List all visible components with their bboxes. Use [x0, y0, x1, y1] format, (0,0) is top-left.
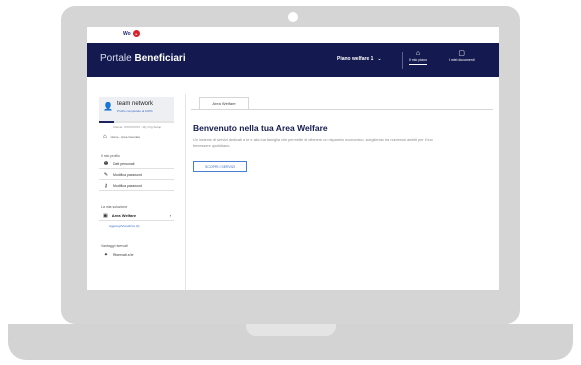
wallet-section-title: La mia soluzione	[101, 205, 128, 209]
extras-section-title: Vantaggi riservati	[101, 244, 128, 248]
profile-completion-text: Profilo completato al 100%	[117, 109, 153, 113]
sidebar-item-area-welfare[interactable]: ▣ Area Welfare ›	[99, 211, 174, 221]
profile-card[interactable]: 👤 team network Profilo completato al 100…	[99, 97, 174, 121]
client-meta: Cliente: XXXXXXXX - My Org Setup	[113, 125, 162, 129]
wallet-icon: ▣	[103, 212, 108, 219]
nav-item-my-plan[interactable]: ⌂ Il mio piano	[409, 49, 427, 65]
sidebar-item-personal-data[interactable]: ❶ Dati personali	[99, 160, 174, 169]
logo-mark: a	[132, 30, 140, 37]
info-icon: ❶	[103, 161, 109, 167]
sidebar-divider	[185, 94, 186, 290]
key-icon: ⚷	[104, 183, 108, 189]
laptop-notch	[246, 324, 336, 336]
sidebar-item-label: Modifica password	[113, 173, 142, 177]
laptop-screen: Wo a Portale Beneficiari Piano welfare 1…	[87, 27, 499, 290]
nav-item-documents[interactable]: ▢ I miei documenti	[449, 49, 474, 62]
page-description: Un insieme di servizi dedicati a te e al…	[193, 138, 433, 148]
page-title: Benvenuto nella tua Area Welfare	[193, 123, 328, 133]
sidebar: 👤 team network Profilo completato al 100…	[99, 97, 174, 287]
chevron-right-icon: ›	[169, 213, 171, 218]
nav-divider	[402, 52, 403, 69]
discover-services-button[interactable]: SCOPRI I SERVIZI	[193, 161, 247, 172]
company-logo[interactable]: Wo a	[123, 30, 140, 37]
home-link[interactable]: ⌂ Home - Area riservata	[103, 134, 174, 140]
home-icon: ⌂	[415, 50, 421, 57]
brand-bar: Wo a	[87, 27, 499, 43]
sidebar-item-reserved[interactable]: ✦ Riservati a te	[99, 250, 174, 259]
sidebar-item-label: Modifica password	[113, 184, 142, 188]
tab-baseline	[191, 109, 493, 110]
sidebar-item-label: Riservati a te	[113, 252, 134, 257]
profile-section-title: Il mio profilo	[101, 154, 120, 158]
logo-text: Wo	[123, 30, 131, 37]
wallet-add-link[interactable]: Aggiungi/Visualizza (0)	[109, 224, 174, 228]
sidebar-item-edit-password[interactable]: ✎ Modifica password	[99, 171, 174, 180]
sidebar-item-edit-key[interactable]: ⚷ Modifica password	[99, 182, 174, 191]
sidebar-item-label: Area Welfare	[111, 213, 137, 218]
portal-title-light: Portale	[100, 53, 132, 64]
home-link-label: Home - Area riservata	[110, 135, 140, 139]
document-icon: ▢	[458, 50, 466, 57]
top-navbar: Portale Beneficiari Piano welfare 1 ⌄ ⌂ …	[87, 43, 499, 77]
camera-dot	[288, 12, 298, 22]
nav-item-label: I miei documenti	[449, 58, 475, 62]
chevron-down-icon: ⌄	[377, 56, 382, 62]
home-icon: ⌂	[103, 134, 107, 140]
gift-icon: ✦	[103, 251, 109, 258]
sidebar-item-label: Dati personali	[113, 162, 135, 166]
user-icon: 👤	[103, 102, 113, 111]
profile-progress-bar	[99, 121, 174, 123]
plan-selector[interactable]: Piano welfare 1 ⌄	[337, 56, 382, 62]
nav-item-label: Il mio piano	[409, 58, 427, 62]
portal-title-bold: Beneficiari	[134, 53, 186, 64]
pencil-icon: ✎	[103, 172, 109, 178]
user-name: team network	[117, 101, 154, 107]
tab-area-welfare[interactable]: Area Welfare	[199, 97, 249, 109]
sidebar-item-content: ▣ Area Welfare	[103, 213, 136, 219]
plan-selector-label: Piano welfare 1	[337, 56, 374, 62]
profile-progress-fill	[99, 121, 114, 123]
portal-title[interactable]: Portale Beneficiari	[100, 53, 186, 64]
